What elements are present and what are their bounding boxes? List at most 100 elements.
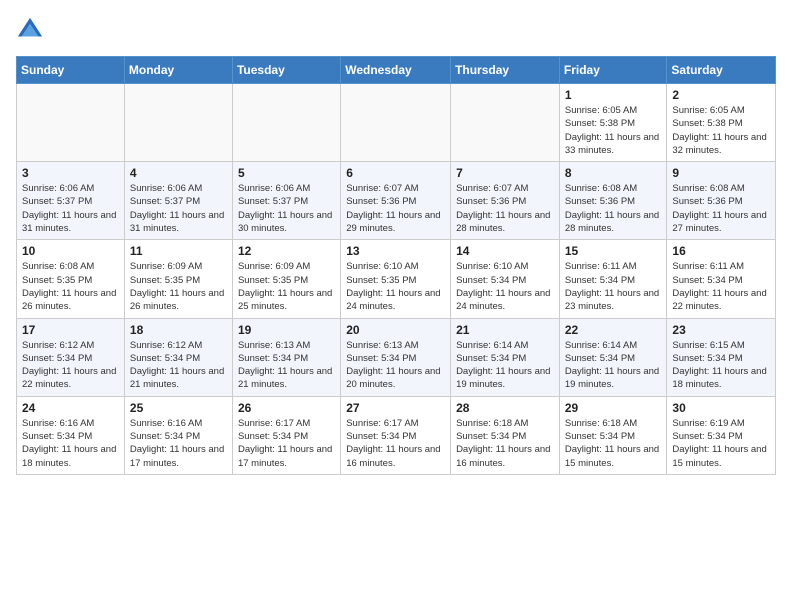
day-number: 9	[672, 166, 770, 180]
calendar-cell: 8 Sunrise: 6:08 AM Sunset: 5:36 PM Daylig…	[559, 162, 667, 240]
calendar-week-0: 1 Sunrise: 6:05 AM Sunset: 5:38 PM Daylig…	[17, 84, 776, 162]
day-info: Sunrise: 6:05 AM Sunset: 5:38 PM Dayligh…	[565, 104, 662, 157]
calendar-header-sunday: Sunday	[17, 57, 125, 84]
calendar-cell	[17, 84, 125, 162]
calendar-cell: 2 Sunrise: 6:05 AM Sunset: 5:38 PM Daylig…	[667, 84, 776, 162]
day-info: Sunrise: 6:17 AM Sunset: 5:34 PM Dayligh…	[346, 417, 445, 470]
calendar-header-wednesday: Wednesday	[341, 57, 451, 84]
day-number: 11	[130, 244, 227, 258]
calendar-cell: 22 Sunrise: 6:14 AM Sunset: 5:34 PM Dayli…	[559, 318, 667, 396]
logo	[16, 16, 48, 44]
calendar-cell: 16 Sunrise: 6:11 AM Sunset: 5:34 PM Dayli…	[667, 240, 776, 318]
calendar-cell: 9 Sunrise: 6:08 AM Sunset: 5:36 PM Daylig…	[667, 162, 776, 240]
calendar-header-row: SundayMondayTuesdayWednesdayThursdayFrid…	[17, 57, 776, 84]
day-number: 16	[672, 244, 770, 258]
day-number: 12	[238, 244, 335, 258]
calendar-cell: 29Sunrise: 6:18 AM Sunset: 5:34 PM Dayli…	[559, 396, 667, 474]
day-info: Sunrise: 6:05 AM Sunset: 5:38 PM Dayligh…	[672, 104, 770, 157]
day-number: 1	[565, 88, 662, 102]
calendar-cell: 3 Sunrise: 6:06 AM Sunset: 5:37 PM Daylig…	[17, 162, 125, 240]
calendar-cell	[124, 84, 232, 162]
day-number: 13	[346, 244, 445, 258]
day-number: 23	[672, 323, 770, 337]
day-number: 27	[346, 401, 445, 415]
day-info: Sunrise: 6:14 AM Sunset: 5:34 PM Dayligh…	[456, 339, 554, 392]
day-info: Sunrise: 6:12 AM Sunset: 5:34 PM Dayligh…	[22, 339, 119, 392]
day-number: 8	[565, 166, 662, 180]
page-header	[16, 16, 776, 44]
calendar-cell	[341, 84, 451, 162]
calendar-cell: 11 Sunrise: 6:09 AM Sunset: 5:35 PM Dayli…	[124, 240, 232, 318]
day-info: Sunrise: 6:07 AM Sunset: 5:36 PM Dayligh…	[456, 182, 554, 235]
day-number: 18	[130, 323, 227, 337]
day-info: Sunrise: 6:12 AM Sunset: 5:34 PM Dayligh…	[130, 339, 227, 392]
calendar-cell: 13Sunrise: 6:10 AM Sunset: 5:35 PM Dayli…	[341, 240, 451, 318]
day-number: 26	[238, 401, 335, 415]
day-info: Sunrise: 6:10 AM Sunset: 5:34 PM Dayligh…	[456, 260, 554, 313]
calendar-header-friday: Friday	[559, 57, 667, 84]
day-info: Sunrise: 6:13 AM Sunset: 5:34 PM Dayligh…	[346, 339, 445, 392]
logo-icon	[16, 16, 44, 44]
day-number: 4	[130, 166, 227, 180]
day-info: Sunrise: 6:16 AM Sunset: 5:34 PM Dayligh…	[22, 417, 119, 470]
day-info: Sunrise: 6:16 AM Sunset: 5:34 PM Dayligh…	[130, 417, 227, 470]
day-info: Sunrise: 6:08 AM Sunset: 5:36 PM Dayligh…	[565, 182, 662, 235]
day-info: Sunrise: 6:09 AM Sunset: 5:35 PM Dayligh…	[238, 260, 335, 313]
calendar-cell: 28 Sunrise: 6:18 AM Sunset: 5:34 PM Dayli…	[451, 396, 560, 474]
day-number: 5	[238, 166, 335, 180]
day-number: 2	[672, 88, 770, 102]
day-info: Sunrise: 6:07 AM Sunset: 5:36 PM Dayligh…	[346, 182, 445, 235]
calendar-cell	[451, 84, 560, 162]
day-number: 28	[456, 401, 554, 415]
day-info: Sunrise: 6:13 AM Sunset: 5:34 PM Dayligh…	[238, 339, 335, 392]
day-number: 10	[22, 244, 119, 258]
calendar-cell: 14 Sunrise: 6:10 AM Sunset: 5:34 PM Dayli…	[451, 240, 560, 318]
day-number: 22	[565, 323, 662, 337]
calendar-week-1: 3 Sunrise: 6:06 AM Sunset: 5:37 PM Daylig…	[17, 162, 776, 240]
day-info: Sunrise: 6:11 AM Sunset: 5:34 PM Dayligh…	[672, 260, 770, 313]
calendar-cell: 20 Sunrise: 6:13 AM Sunset: 5:34 PM Dayli…	[341, 318, 451, 396]
day-number: 7	[456, 166, 554, 180]
calendar-header-monday: Monday	[124, 57, 232, 84]
day-info: Sunrise: 6:09 AM Sunset: 5:35 PM Dayligh…	[130, 260, 227, 313]
day-info: Sunrise: 6:06 AM Sunset: 5:37 PM Dayligh…	[238, 182, 335, 235]
calendar-week-3: 17 Sunrise: 6:12 AM Sunset: 5:34 PM Dayli…	[17, 318, 776, 396]
day-number: 19	[238, 323, 335, 337]
calendar-cell: 17 Sunrise: 6:12 AM Sunset: 5:34 PM Dayli…	[17, 318, 125, 396]
calendar-week-4: 24 Sunrise: 6:16 AM Sunset: 5:34 PM Dayli…	[17, 396, 776, 474]
calendar-cell	[232, 84, 340, 162]
calendar-cell: 19 Sunrise: 6:13 AM Sunset: 5:34 PM Dayli…	[232, 318, 340, 396]
day-number: 24	[22, 401, 119, 415]
calendar-cell: 30Sunrise: 6:19 AM Sunset: 5:34 PM Dayli…	[667, 396, 776, 474]
day-info: Sunrise: 6:18 AM Sunset: 5:34 PM Dayligh…	[456, 417, 554, 470]
calendar-cell: 15Sunrise: 6:11 AM Sunset: 5:34 PM Dayli…	[559, 240, 667, 318]
day-info: Sunrise: 6:08 AM Sunset: 5:35 PM Dayligh…	[22, 260, 119, 313]
calendar-cell: 26 Sunrise: 6:17 AM Sunset: 5:34 PM Dayli…	[232, 396, 340, 474]
calendar-cell: 24 Sunrise: 6:16 AM Sunset: 5:34 PM Dayli…	[17, 396, 125, 474]
day-info: Sunrise: 6:15 AM Sunset: 5:34 PM Dayligh…	[672, 339, 770, 392]
day-info: Sunrise: 6:08 AM Sunset: 5:36 PM Dayligh…	[672, 182, 770, 235]
day-number: 3	[22, 166, 119, 180]
day-info: Sunrise: 6:18 AM Sunset: 5:34 PM Dayligh…	[565, 417, 662, 470]
calendar-week-2: 10 Sunrise: 6:08 AM Sunset: 5:35 PM Dayli…	[17, 240, 776, 318]
calendar-cell: 12 Sunrise: 6:09 AM Sunset: 5:35 PM Dayli…	[232, 240, 340, 318]
day-info: Sunrise: 6:14 AM Sunset: 5:34 PM Dayligh…	[565, 339, 662, 392]
day-info: Sunrise: 6:06 AM Sunset: 5:37 PM Dayligh…	[130, 182, 227, 235]
calendar-cell: 7 Sunrise: 6:07 AM Sunset: 5:36 PM Daylig…	[451, 162, 560, 240]
day-info: Sunrise: 6:06 AM Sunset: 5:37 PM Dayligh…	[22, 182, 119, 235]
day-number: 14	[456, 244, 554, 258]
day-info: Sunrise: 6:11 AM Sunset: 5:34 PM Dayligh…	[565, 260, 662, 313]
day-number: 30	[672, 401, 770, 415]
calendar-cell: 5 Sunrise: 6:06 AM Sunset: 5:37 PM Daylig…	[232, 162, 340, 240]
calendar-header-saturday: Saturday	[667, 57, 776, 84]
calendar-header-thursday: Thursday	[451, 57, 560, 84]
calendar-cell: 6 Sunrise: 6:07 AM Sunset: 5:36 PM Daylig…	[341, 162, 451, 240]
calendar-header-tuesday: Tuesday	[232, 57, 340, 84]
calendar-cell: 10 Sunrise: 6:08 AM Sunset: 5:35 PM Dayli…	[17, 240, 125, 318]
calendar-cell: 27 Sunrise: 6:17 AM Sunset: 5:34 PM Dayli…	[341, 396, 451, 474]
day-number: 17	[22, 323, 119, 337]
day-number: 20	[346, 323, 445, 337]
day-number: 6	[346, 166, 445, 180]
day-info: Sunrise: 6:17 AM Sunset: 5:34 PM Dayligh…	[238, 417, 335, 470]
day-number: 21	[456, 323, 554, 337]
